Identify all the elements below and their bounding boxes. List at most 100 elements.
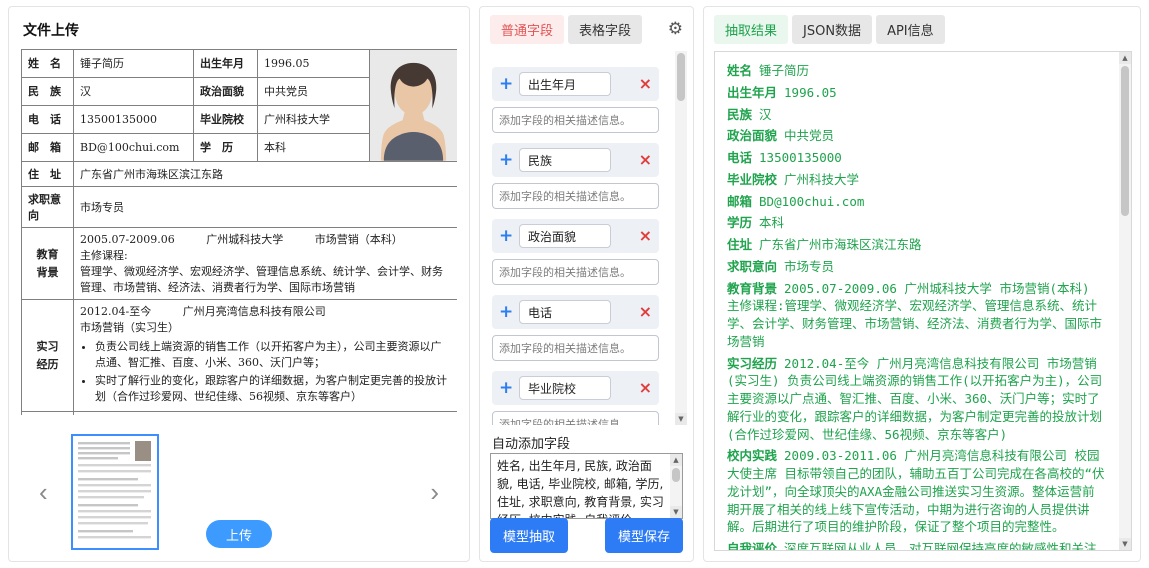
document-preview[interactable]: 姓 名 锤子简历 出生年月 1996.05 民 族 汉 政治面貌 中共党员 bbox=[21, 49, 457, 415]
add-field-icon[interactable]: + bbox=[499, 228, 515, 245]
remove-field-icon[interactable]: × bbox=[639, 152, 652, 168]
internship-headline: 2012.04-至今 广州月亮湾信息科技有限公司 市场营销（实习生） bbox=[80, 304, 451, 336]
field-desc-input[interactable] bbox=[492, 259, 659, 285]
add-field-icon[interactable]: + bbox=[499, 304, 515, 321]
model-extract-button[interactable]: 模型抽取 bbox=[490, 518, 568, 553]
scrollbar[interactable]: ▼ bbox=[675, 51, 687, 425]
scrollbar-thumb[interactable] bbox=[672, 468, 680, 482]
result-value: 锤子简历 bbox=[759, 63, 809, 78]
add-field-icon[interactable]: + bbox=[499, 152, 515, 169]
settings-gear-icon[interactable]: ⚙ bbox=[668, 21, 683, 38]
field-name-input[interactable] bbox=[519, 148, 611, 172]
results-content: 姓名锤子简历 出生年月1996.05 民族汉 政治面貌中共党员 电话135001… bbox=[715, 52, 1117, 550]
field-value: BD@100chui.com bbox=[74, 133, 194, 161]
field-name-input[interactable] bbox=[519, 300, 611, 324]
scrollbar-thumb[interactable] bbox=[1121, 66, 1129, 216]
prev-page-button[interactable]: ‹ bbox=[35, 479, 52, 505]
auto-add-textarea[interactable] bbox=[491, 454, 669, 518]
field-label: 电 话 bbox=[22, 105, 74, 133]
next-page-button[interactable]: › bbox=[426, 479, 443, 505]
page-thumbnail[interactable] bbox=[71, 434, 159, 550]
result-value: 广东省广州市海珠区滨江东路 bbox=[759, 237, 922, 252]
model-save-button[interactable]: 模型保存 bbox=[605, 518, 683, 553]
result-value: BD@100chui.com bbox=[759, 194, 864, 209]
field-item: + × bbox=[492, 371, 659, 425]
result-label: 姓名 bbox=[727, 63, 752, 78]
scrollbar[interactable]: ▲ ▼ bbox=[670, 454, 682, 518]
course-title: 主修课程: bbox=[80, 248, 451, 264]
result-label: 政治面貌 bbox=[727, 128, 777, 143]
result-label: 教育背景 bbox=[727, 281, 777, 296]
field-item-header: + × bbox=[492, 219, 659, 253]
field-label: 实习经历 bbox=[22, 300, 74, 411]
field-label-text: 教育背景 bbox=[36, 246, 60, 281]
results-panel: 抽取结果 JSON数据 API信息 姓名锤子简历 出生年月1996.05 民族汉… bbox=[703, 6, 1141, 562]
scroll-down-button[interactable]: ▼ bbox=[670, 506, 682, 518]
table-row: 实习经历 2012.04-至今 广州月亮湾信息科技有限公司 市场营销（实习生） … bbox=[22, 300, 458, 411]
scroll-down-button[interactable]: ▼ bbox=[675, 413, 687, 425]
field-item-header: + × bbox=[492, 143, 659, 177]
result-label: 自我评价 bbox=[727, 541, 777, 550]
field-list: + × + × + × + × bbox=[490, 51, 687, 425]
education-school: 广州城科技大学 bbox=[206, 233, 283, 246]
result-value: 13500135000 bbox=[759, 150, 842, 165]
remove-field-icon[interactable]: × bbox=[639, 228, 652, 244]
field-label: 求职意向 bbox=[22, 186, 74, 227]
upload-panel: 文件上传 姓 名 锤子简历 出生年月 1996.05 民 族 bbox=[8, 6, 470, 562]
result-label: 电话 bbox=[727, 150, 752, 165]
tab-extract-result[interactable]: 抽取结果 bbox=[714, 15, 788, 44]
add-field-icon[interactable]: + bbox=[499, 76, 515, 93]
extraction-results: 姓名锤子简历 出生年月1996.05 民族汉 政治面貌中共党员 电话135001… bbox=[714, 51, 1132, 551]
add-field-icon[interactable]: + bbox=[499, 380, 515, 397]
field-item: + × bbox=[492, 219, 659, 285]
thumbnail-image bbox=[73, 436, 157, 548]
remove-field-icon[interactable]: × bbox=[639, 304, 652, 320]
tab-json-data[interactable]: JSON数据 bbox=[792, 15, 872, 44]
result-item: 自我评价深度互联网从业人员，对互联网保持高度的敏感性和关注度，熟悉产品开发流程，… bbox=[727, 540, 1107, 550]
internship-period: 2012.04-至今 bbox=[80, 305, 151, 318]
field-label: 教育背景 bbox=[22, 227, 74, 300]
scroll-down-button[interactable]: ▼ bbox=[1119, 538, 1131, 550]
scrollbar-thumb[interactable] bbox=[677, 53, 685, 101]
field-desc-input[interactable] bbox=[492, 183, 659, 209]
result-value: 市场专员 bbox=[784, 259, 834, 274]
tab-table-fields[interactable]: 表格字段 bbox=[568, 15, 642, 44]
action-buttons: 模型抽取 模型保存 bbox=[490, 518, 683, 553]
field-desc-input[interactable] bbox=[492, 335, 659, 361]
scroll-up-button[interactable]: ▲ bbox=[1119, 52, 1131, 64]
internship-title: 市场营销（实习生） bbox=[80, 321, 179, 334]
field-label: 住 址 bbox=[22, 161, 74, 186]
result-item: 电话 13500135000 bbox=[727, 149, 1107, 167]
fields-panel: 普通字段 表格字段 ⚙ + × + × + × bbox=[479, 6, 694, 562]
scroll-up-button[interactable]: ▲ bbox=[670, 454, 682, 466]
field-name-input[interactable] bbox=[519, 72, 611, 96]
tab-normal-fields[interactable]: 普通字段 bbox=[490, 15, 564, 44]
field-desc-input[interactable] bbox=[492, 411, 659, 425]
result-value: 广州科技大学 bbox=[784, 172, 859, 187]
result-label: 毕业院校 bbox=[727, 172, 777, 187]
field-item: + × bbox=[492, 143, 659, 209]
education-period: 2005.07-2009.06 bbox=[80, 233, 175, 246]
tab-api-info[interactable]: API信息 bbox=[876, 15, 945, 44]
field-label-text: 实习经历 bbox=[36, 338, 60, 373]
field-item: + × bbox=[492, 67, 659, 133]
scrollbar[interactable]: ▲ ▼ bbox=[1119, 52, 1131, 550]
table-row: 校内实践 2009.03-2011.06 广州月亮湾信息科技有限公司 校园大使主… bbox=[22, 411, 458, 415]
field-value: 广东省广州市海珠区滨江东路 bbox=[74, 161, 458, 186]
table-row: 求职意向 市场专员 bbox=[22, 186, 458, 227]
field-label: 姓 名 bbox=[22, 50, 74, 78]
field-item-header: + × bbox=[492, 371, 659, 405]
upload-button[interactable]: 上传 bbox=[206, 520, 272, 548]
field-label: 出生年月 bbox=[194, 50, 258, 78]
field-desc-input[interactable] bbox=[492, 107, 659, 133]
result-label: 校内实践 bbox=[727, 448, 777, 463]
remove-field-icon[interactable]: × bbox=[639, 380, 652, 396]
results-tabbar: 抽取结果 JSON数据 API信息 bbox=[714, 15, 1130, 43]
field-name-input[interactable] bbox=[519, 376, 611, 400]
field-name-input[interactable] bbox=[519, 224, 611, 248]
result-label: 学历 bbox=[727, 215, 752, 230]
result-value: 中共党员 bbox=[784, 128, 834, 143]
field-item-header: + × bbox=[492, 295, 659, 329]
remove-field-icon[interactable]: × bbox=[639, 76, 652, 92]
result-label: 住址 bbox=[727, 237, 752, 252]
